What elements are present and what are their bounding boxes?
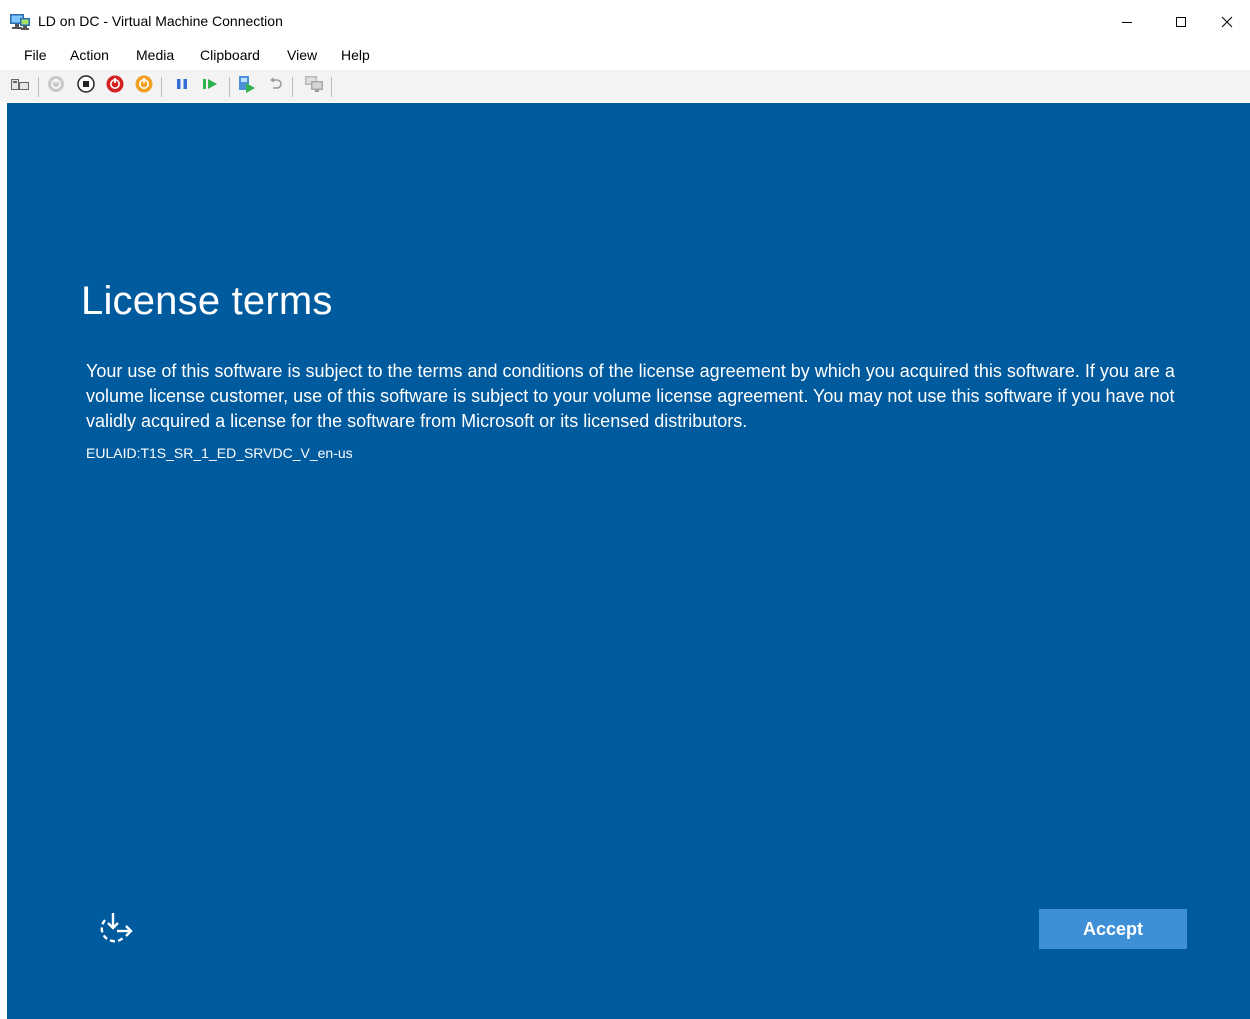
maximize-icon xyxy=(1175,16,1187,28)
license-text: Your use of this software is subject to … xyxy=(86,361,1175,431)
vm-connection-window: LD on DC - Virtual Machine Connection Fi… xyxy=(0,0,1250,1019)
start-button[interactable] xyxy=(46,75,66,98)
toolbar-separator xyxy=(38,77,39,97)
vm-connection-icon xyxy=(10,14,30,31)
resume-icon xyxy=(202,77,218,96)
vm-screen[interactable]: License terms Your use of this software … xyxy=(7,103,1250,1019)
start-icon xyxy=(47,75,65,98)
turn-off-button[interactable] xyxy=(76,74,96,98)
menu-help[interactable]: Help xyxy=(339,47,372,63)
menu-media[interactable]: Media xyxy=(134,47,176,63)
shut-down-icon xyxy=(106,75,124,98)
enhanced-session-button[interactable] xyxy=(304,75,324,98)
maximize-button[interactable] xyxy=(1158,0,1204,44)
page-title: License terms xyxy=(81,279,333,323)
ease-of-access-icon xyxy=(91,913,137,955)
toolbar-separator xyxy=(292,77,293,97)
checkpoint-icon xyxy=(237,74,257,99)
revert-icon xyxy=(268,76,284,97)
shut-down-button[interactable] xyxy=(105,75,125,98)
minimize-icon xyxy=(1121,16,1133,28)
resume-button[interactable] xyxy=(200,76,220,96)
window-title: LD on DC - Virtual Machine Connection xyxy=(38,13,283,29)
pause-button[interactable] xyxy=(172,76,192,96)
toolbar-separator xyxy=(229,77,230,97)
toolbar-separator xyxy=(161,77,162,97)
eula-id: EULAID:T1S_SR_1_ED_SRVDC_V_en-us xyxy=(86,445,353,461)
menu-bar: File Action Media Clipboard View Help xyxy=(0,44,1250,68)
pause-icon xyxy=(175,77,189,96)
accept-button[interactable]: Accept xyxy=(1039,909,1187,949)
toolbar-separator xyxy=(331,77,332,97)
save-icon xyxy=(135,75,153,98)
enhanced-session-icon xyxy=(304,75,324,98)
menu-clipboard[interactable]: Clipboard xyxy=(198,47,262,63)
close-button[interactable] xyxy=(1204,0,1250,44)
ctrl-alt-del-icon xyxy=(11,76,29,97)
menu-action[interactable]: Action xyxy=(68,47,111,63)
revert-button[interactable] xyxy=(266,76,286,96)
menu-view[interactable]: View xyxy=(285,47,319,63)
turn-off-icon xyxy=(77,74,95,98)
ctrl-alt-del-button[interactable] xyxy=(10,76,30,96)
ease-of-access-button[interactable] xyxy=(91,911,137,951)
title-bar[interactable]: LD on DC - Virtual Machine Connection xyxy=(0,0,1250,44)
checkpoint-button[interactable] xyxy=(237,74,257,99)
menu-file[interactable]: File xyxy=(22,47,49,63)
toolbar xyxy=(0,70,1250,102)
minimize-button[interactable] xyxy=(1104,0,1150,44)
close-icon xyxy=(1221,16,1233,28)
save-button[interactable] xyxy=(134,75,154,98)
